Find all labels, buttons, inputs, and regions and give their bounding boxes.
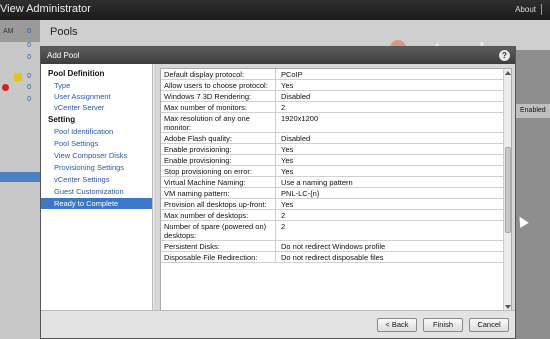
dialog-title-bar: Add Pool ? [41, 47, 515, 64]
setting-label: Windows 7 3D Rendering: [161, 91, 276, 101]
table-row: Enable provisioning: Yes [161, 144, 504, 155]
nav-item-provisioning-settings[interactable]: Provisioning Settings [54, 163, 124, 172]
setting-value: 1920x1200 [281, 114, 319, 123]
nav-item-user-assignment[interactable]: User Assignment [54, 92, 111, 101]
setting-value: Yes [281, 200, 294, 209]
app-title-bar: View Administrator About [0, 0, 550, 20]
table-row: Default display protocol: PCoIP [161, 69, 504, 80]
summary-panel: Default display protocol: PCoIP Allow user… [154, 64, 515, 327]
nav-item-pool-identification[interactable]: Pool Identification [54, 127, 113, 136]
scroll-down-icon[interactable] [505, 305, 511, 309]
dialog-title: Add Pool [47, 51, 80, 60]
left-am-label: AM [3, 28, 14, 35]
setting-value: Yes [281, 145, 294, 154]
setting-label: Number of spare (powered on) desktops: [161, 221, 276, 240]
enabled-column-label: Enabled [520, 107, 546, 114]
setting-value: 2 [281, 222, 286, 231]
table-row: Max resolution of any one monitor: 1920x1… [161, 113, 504, 133]
nav-item-guest-customization[interactable]: Guest Customization [54, 187, 124, 196]
table-row: Adobe Flash quality: Disabled [161, 133, 504, 144]
help-icon[interactable]: ? [499, 50, 510, 61]
setting-value: 2 [281, 103, 286, 112]
setting-value: Use a naming pattern [281, 178, 353, 187]
table-row: Number of spare (powered on) desktops: 2 [161, 221, 504, 241]
summary-rows: Default display protocol: PCoIP Allow user… [161, 69, 504, 263]
title-separator [541, 4, 542, 15]
app-title: View Administrator [0, 3, 91, 15]
left-count: 0 [27, 73, 31, 80]
finish-button[interactable]: Finish [423, 318, 463, 332]
setting-value: Yes [281, 81, 294, 90]
table-row: Allow users to choose protocol: Yes [161, 80, 504, 91]
setting-label: Disposable File Redirection: [161, 252, 276, 262]
nav-item-pool-settings[interactable]: Pool Settings [54, 139, 98, 148]
setting-label: Default display protocol: [161, 69, 276, 79]
setting-label: Persistent Disks: [161, 241, 276, 251]
left-selected-row[interactable] [0, 172, 40, 182]
left-count: 0 [27, 96, 31, 103]
table-row: Provision all desktops up-front: Yes [161, 199, 504, 210]
setting-value: PNL-LC-{n} [281, 189, 320, 198]
setting-label: Max resolution of any one monitor: [161, 113, 276, 132]
dialog-footer: < Back Finish Cancel [41, 310, 515, 338]
left-count: 0 [27, 84, 31, 91]
vertical-scroll-thumb[interactable] [505, 147, 511, 233]
nav-head-setting: Setting [48, 115, 76, 124]
setting-label: VM naming pattern: [161, 188, 276, 198]
setting-value: Disabled [281, 134, 311, 143]
nav-item-vcenter-server[interactable]: vCenter Server [54, 103, 104, 112]
setting-value: PCoIP [281, 70, 303, 79]
setting-value: Do not redirect disposable files [281, 253, 384, 262]
nav-item-type[interactable]: Type [54, 81, 70, 90]
table-row: Max number of monitors: 2 [161, 102, 504, 113]
scroll-up-icon[interactable] [505, 71, 511, 75]
setting-label: Adobe Flash quality: [161, 133, 276, 143]
setting-label: Enable provisioning: [161, 144, 276, 154]
setting-value: Do not redirect Windows profile [281, 242, 386, 251]
table-row: Persistent Disks: Do not redirect Windows… [161, 241, 504, 252]
setting-label: Enable provisioning: [161, 155, 276, 165]
setting-value: Yes [281, 156, 294, 165]
table-row: Virtual Machine Naming: Use a naming patt… [161, 177, 504, 188]
left-count: 0 [27, 54, 31, 61]
wizard-nav: Pool Definition Type User Assignment vCe… [41, 64, 153, 327]
table-row: Disposable File Redirection: Do not redir… [161, 252, 504, 263]
setting-value: Yes [281, 167, 294, 176]
table-row: Stop provisioning on error: Yes [161, 166, 504, 177]
error-icon [2, 84, 9, 91]
table-row: VM naming pattern: PNL-LC-{n} [161, 188, 504, 199]
background-left-panel: AM 0 0 0 0 0 0 [0, 20, 40, 339]
left-count: 0 [27, 28, 31, 35]
setting-label: Allow users to choose protocol: [161, 80, 276, 90]
cancel-button[interactable]: Cancel [469, 318, 509, 332]
warning-icon [14, 73, 22, 81]
setting-label: Provision all desktops up-front: [161, 199, 276, 209]
section-title: Pools [50, 26, 78, 38]
setting-label: Virtual Machine Naming: [161, 177, 276, 187]
setting-label: Max number of desktops: [161, 210, 276, 220]
table-row: Enable provisioning: Yes [161, 155, 504, 166]
back-button[interactable]: < Back [377, 318, 417, 332]
setting-value: 2 [281, 211, 286, 220]
nav-head-pool-definition: Pool Definition [48, 69, 105, 78]
add-pool-dialog: Add Pool ? Pool Definition Type User Ass… [40, 46, 516, 339]
nav-item-vcenter-settings[interactable]: vCenter Settings [54, 175, 109, 184]
background-right-panel [516, 50, 550, 339]
vertical-scrollbar[interactable] [503, 69, 511, 311]
setting-value: Disabled [281, 92, 311, 101]
setting-label: Stop provisioning on error: [161, 166, 276, 176]
nav-item-view-composer-disks[interactable]: View Composer Disks [54, 151, 127, 160]
setting-label: Max number of monitors: [161, 102, 276, 112]
summary-table: Default display protocol: PCoIP Allow user… [160, 68, 512, 319]
table-row: Max number of desktops: 2 [161, 210, 504, 221]
table-row: Windows 7 3D Rendering: Disabled [161, 91, 504, 102]
left-count: 0 [27, 42, 31, 49]
nav-item-ready-to-complete[interactable]: Ready to Complete [41, 198, 152, 209]
about-link[interactable]: About [515, 5, 536, 14]
